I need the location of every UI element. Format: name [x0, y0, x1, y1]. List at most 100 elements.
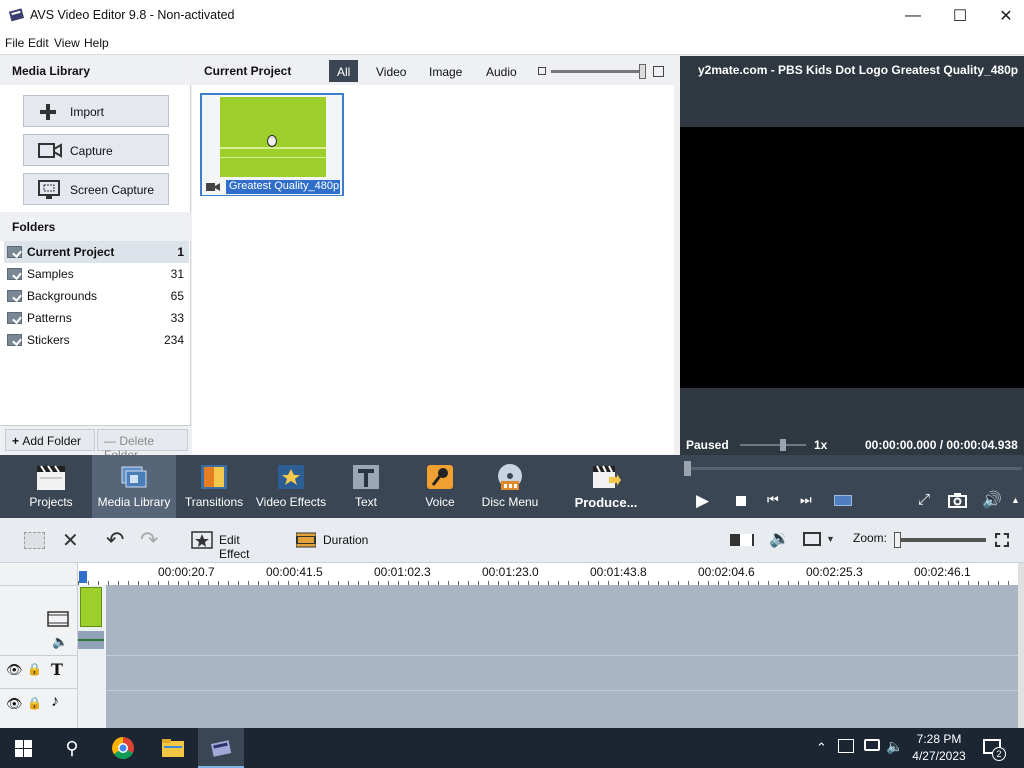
storyboard-toggle-icon[interactable] — [24, 532, 45, 549]
start-button[interactable] — [0, 728, 46, 768]
window-title: AVS Video Editor 9.8 - Non-activated — [30, 8, 235, 22]
preview-screen[interactable] — [680, 127, 1024, 388]
maximize-button[interactable]: ☐ — [937, 0, 983, 31]
ruler-tick-label: 00:02:46.1 — [914, 565, 971, 579]
menu-edit[interactable]: Edit — [28, 36, 49, 50]
speed-slider-handle[interactable] — [780, 439, 786, 451]
add-folder-button[interactable]: + Add Folder — [5, 429, 95, 451]
previous-frame-icon[interactable]: ⏮ — [767, 492, 779, 508]
audio-mute-icon[interactable]: 🔈 — [52, 634, 68, 650]
split-icon[interactable] — [730, 534, 754, 546]
import-button[interactable]: Import — [23, 95, 169, 127]
monitor-icon[interactable] — [864, 739, 880, 751]
folder-stickers[interactable]: Stickers 234 — [4, 329, 189, 351]
speed-slider[interactable] — [740, 439, 806, 451]
microphone-icon — [427, 465, 453, 489]
zoom-fit-icon[interactable] — [995, 533, 1009, 547]
folder-count: 31 — [170, 267, 184, 281]
menu-view[interactable]: View — [54, 36, 80, 50]
timeline-ruler[interactable]: 00:00:20.7 00:00:41.5 00:01:02.3 00:01:2… — [78, 563, 1018, 585]
undo-icon[interactable]: ↶ — [106, 527, 124, 553]
duration-button[interactable]: Duration — [296, 530, 368, 550]
video-effects-icon — [278, 465, 304, 489]
media-clip-thumbnail[interactable]: Greatest Quality_480p — [200, 93, 344, 196]
next-frame-icon[interactable]: ⏭ — [800, 492, 812, 508]
delete-icon[interactable]: ✕ — [62, 528, 79, 553]
menu-help[interactable]: Help — [84, 36, 109, 50]
transitions-label: Transitions — [184, 495, 244, 509]
video-effects-button[interactable]: Video Effects — [254, 455, 328, 518]
folder-count: 234 — [163, 333, 184, 347]
avs-app-icon — [210, 740, 232, 757]
volume-icon[interactable]: 🔈 — [886, 738, 903, 755]
snapshot-camera-icon[interactable] — [948, 492, 967, 508]
folder-icon — [7, 290, 22, 302]
volume-icon[interactable]: 🔊 — [982, 490, 1002, 510]
stop-icon[interactable] — [736, 496, 746, 506]
project-media-area: Greatest Quality_480p — [192, 85, 674, 454]
folder-samples[interactable]: Samples 31 — [4, 263, 189, 285]
frame-step-icon[interactable] — [834, 495, 852, 506]
voice-button[interactable]: Voice — [412, 455, 468, 518]
screen-capture-button[interactable]: Screen Capture — [23, 173, 169, 205]
filter-audio[interactable]: Audio — [478, 60, 525, 82]
screen-capture-label: Screen Capture — [70, 183, 155, 197]
disc-menu-button[interactable]: Disc Menu — [478, 455, 542, 518]
text-track-lock-icon[interactable]: 🔒 — [27, 662, 42, 676]
seek-handle[interactable] — [684, 461, 691, 476]
chrome-icon[interactable] — [100, 728, 146, 768]
file-explorer-icon[interactable] — [150, 728, 196, 768]
text-button[interactable]: Text — [338, 455, 394, 518]
capture-button[interactable]: Capture — [23, 134, 169, 166]
redo-icon[interactable]: ↷ — [140, 527, 158, 553]
audio-track-visibility-icon[interactable]: 👁 — [6, 696, 23, 712]
thumbnail-size-slider[interactable] — [551, 64, 646, 79]
folder-patterns[interactable]: Patterns 33 — [4, 307, 189, 329]
show-hidden-icons[interactable]: ⌃ — [816, 740, 827, 756]
play-icon[interactable]: ▶ — [696, 491, 709, 511]
seek-bar[interactable] — [684, 461, 1022, 476]
timeline-tracks[interactable] — [78, 585, 1018, 728]
audio-track-lock-icon[interactable]: 🔒 — [27, 696, 42, 710]
produce-label: Produce... — [574, 495, 638, 510]
playback-speed[interactable]: 1x — [814, 438, 827, 452]
produce-button[interactable]: Produce... — [568, 455, 644, 518]
audio-mixer-icon[interactable]: 🔉 — [769, 529, 790, 549]
small-thumbnails-icon[interactable] — [538, 67, 546, 75]
media-library-button[interactable]: Media Library — [92, 455, 176, 518]
audio-clip-waveform[interactable] — [78, 631, 104, 649]
transitions-icon — [201, 465, 227, 489]
volume-dropdown-icon[interactable]: ▲ — [1011, 495, 1020, 505]
filter-video[interactable]: Video — [368, 60, 414, 82]
display-mode-dropdown-icon[interactable]: ▼ — [826, 534, 835, 544]
menu-file[interactable]: File — [5, 36, 24, 50]
fullscreen-icon[interactable]: ⤢ — [918, 491, 930, 508]
taskbar-date[interactable]: 4/27/2023 — [909, 749, 969, 763]
main-toolbar: Projects Media Library Transitions Video… — [0, 455, 1024, 518]
notification-center-icon[interactable]: 2 — [983, 739, 1006, 761]
large-thumbnails-icon[interactable] — [653, 66, 664, 77]
folder-current-project[interactable]: Current Project 1 — [4, 241, 189, 263]
display-mode-icon[interactable] — [803, 532, 821, 546]
disc-menu-icon — [498, 464, 522, 490]
video-clip[interactable] — [80, 587, 102, 627]
zoom-slider[interactable] — [894, 532, 986, 548]
folder-backgrounds[interactable]: Backgrounds 65 — [4, 285, 189, 307]
projects-button[interactable]: Projects — [12, 455, 90, 518]
delete-folder-button[interactable]: — Delete Folder — [97, 429, 188, 462]
filter-image[interactable]: Image — [421, 60, 470, 82]
edit-effect-button[interactable]: Edit Effect — [191, 530, 271, 561]
clip-name-input[interactable]: Greatest Quality_480p — [226, 180, 340, 194]
minimize-button[interactable]: — — [890, 0, 936, 31]
network-warning-icon[interactable] — [838, 739, 854, 753]
filter-all[interactable]: All — [329, 60, 359, 82]
taskbar-time[interactable]: 7:28 PM — [914, 732, 964, 746]
slider-handle[interactable] — [639, 64, 646, 79]
avs-taskbar-icon[interactable] — [198, 728, 244, 768]
timeline-vertical-scrollbar[interactable] — [1018, 563, 1024, 728]
zoom-slider-handle[interactable] — [894, 532, 901, 548]
transitions-button[interactable]: Transitions — [180, 455, 248, 518]
close-button[interactable]: ✕ — [983, 0, 1024, 31]
search-icon[interactable]: ⚲ — [50, 728, 94, 768]
text-track-visibility-icon[interactable]: 👁 — [6, 662, 23, 678]
